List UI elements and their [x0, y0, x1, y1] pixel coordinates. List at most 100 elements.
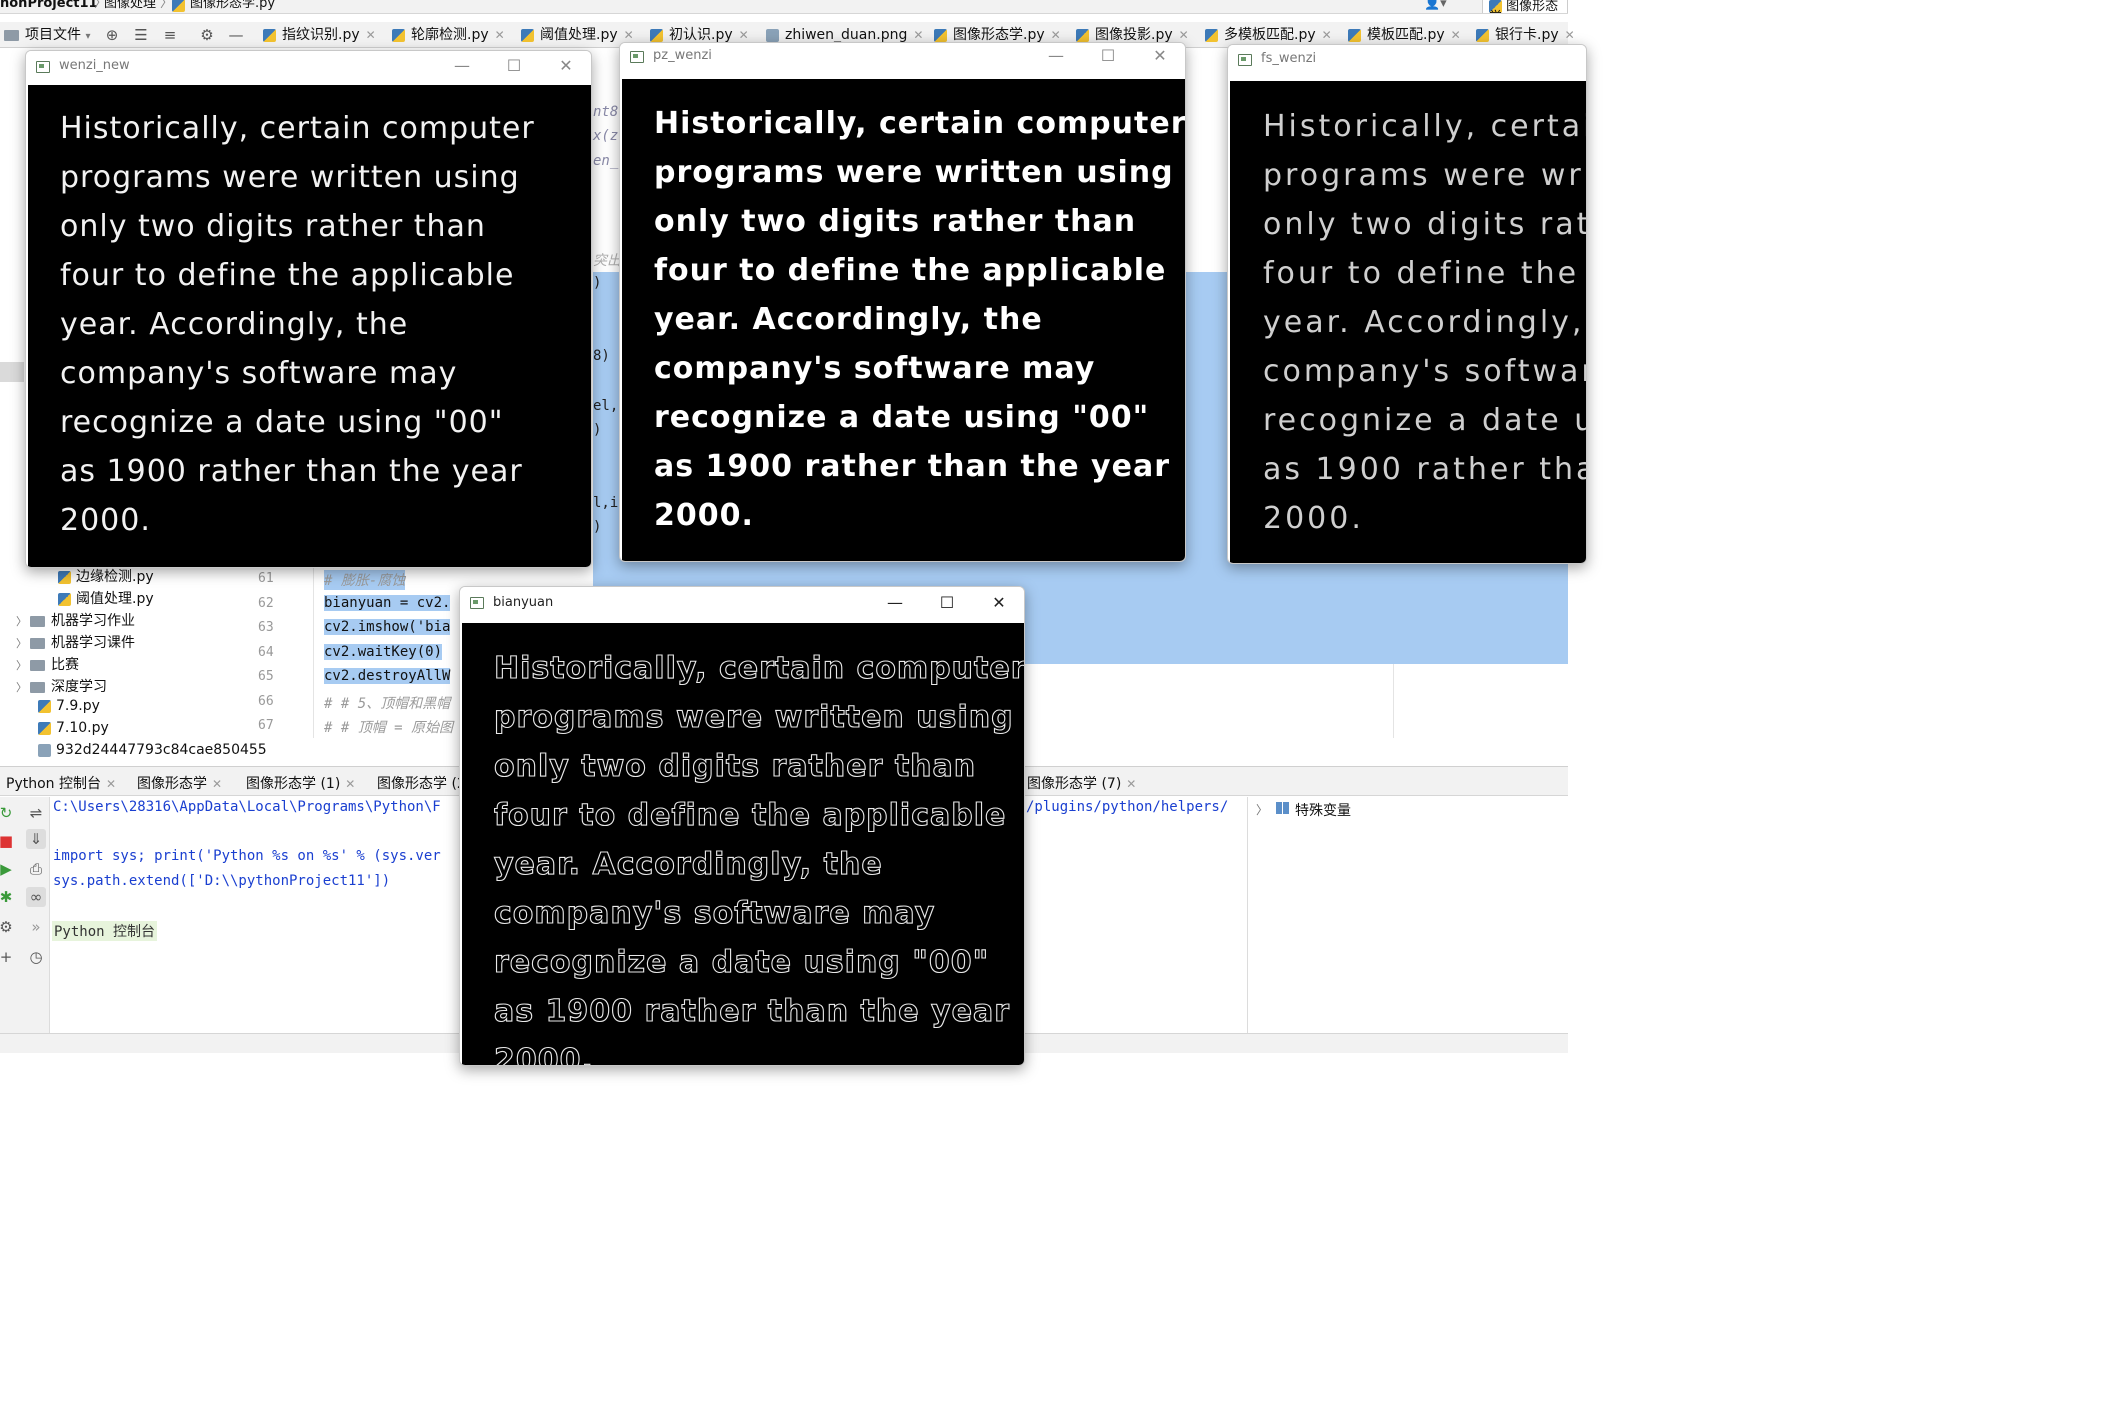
- window-fs-wenzi[interactable]: fs_wenzi Historically, certain computer p…: [1227, 44, 1587, 564]
- code-line[interactable]: # # 顶帽 = 原始图: [324, 717, 453, 737]
- run-config-selector[interactable]: 图像形态学.py: [1482, 0, 1568, 13]
- tree-item[interactable]: 〉 机器学习课件: [16, 632, 135, 652]
- minimize-button[interactable]: —: [1045, 45, 1067, 67]
- show-variables-icon[interactable]: ∞: [26, 887, 46, 907]
- run-icon[interactable]: ▶: [0, 859, 16, 879]
- close-tab-icon[interactable]: ✕: [1565, 28, 1575, 42]
- locate-icon[interactable]: ⊕: [102, 25, 122, 45]
- add-icon[interactable]: +: [0, 947, 16, 967]
- breadcrumb-folder[interactable]: 图像处理: [104, 0, 156, 10]
- tree-item[interactable]: 边缘检测.py: [58, 566, 154, 586]
- minimize-button[interactable]: —: [451, 55, 473, 77]
- close-tab-icon[interactable]: ✕: [345, 777, 355, 791]
- breadcrumb-file[interactable]: 图像形态学.py: [190, 0, 275, 10]
- maximize-button[interactable]: ☐: [936, 592, 958, 614]
- settings-icon[interactable]: ⚙: [0, 917, 16, 937]
- scroll-to-end-icon[interactable]: ⇓: [26, 829, 46, 849]
- maximize-button[interactable]: ☐: [1097, 45, 1119, 67]
- code-line[interactable]: cv2.destroyAllW: [324, 668, 451, 684]
- tool-tab[interactable]: 图像形态学 (2: [377, 773, 466, 793]
- console-prompt[interactable]: Python 控制台: [52, 921, 158, 941]
- tool-tab[interactable]: Python 控制台 ✕: [6, 773, 116, 793]
- file-tab[interactable]: 轮廓检测.py ✕: [392, 22, 505, 48]
- expand-chevron-icon[interactable]: 〉: [16, 613, 30, 629]
- close-tab-icon[interactable]: ✕: [1322, 28, 1332, 42]
- file-tab[interactable]: 阈值处理.py ✕: [521, 22, 634, 48]
- expand-all-icon[interactable]: ☰: [131, 25, 151, 45]
- image-text-line: 2000.: [654, 498, 754, 533]
- special-variables-label[interactable]: 特殊变量: [1295, 800, 1351, 820]
- window-titlebar[interactable]: pz_wenzi — ☐ ✕: [620, 43, 1185, 75]
- close-tab-icon[interactable]: ✕: [1451, 28, 1461, 42]
- image-text-line: Historically, certain computer: [493, 650, 1024, 686]
- print-icon[interactable]: ⎙: [26, 859, 46, 879]
- close-button[interactable]: ✕: [988, 592, 1010, 614]
- close-tab-icon[interactable]: ✕: [366, 28, 376, 42]
- code-line[interactable]: # 膨胀-腐蚀: [324, 570, 406, 590]
- tool-tab[interactable]: 图像形态学 (7) ✕: [1027, 773, 1136, 793]
- expand-chevron-icon[interactable]: 〉: [16, 657, 30, 673]
- window-titlebar[interactable]: wenzi_new — ☐ ✕: [26, 51, 591, 83]
- file-type-icon: [263, 28, 276, 42]
- close-tab-icon[interactable]: ✕: [1126, 777, 1136, 791]
- console-line-2: sys.path.extend(['D:\\pythonProject11']): [53, 873, 391, 889]
- project-panel-tab[interactable]: 项目文件 ▾: [4, 22, 90, 48]
- soft-wrap-icon[interactable]: ⇌: [26, 803, 46, 823]
- user-icon[interactable]: 👤▾: [1424, 0, 1447, 10]
- tool-tab[interactable]: 图像形态学 (1) ✕: [246, 773, 355, 793]
- expand-chevron-icon[interactable]: 〉: [16, 679, 30, 695]
- expand-chevron-icon[interactable]: 〉: [1256, 801, 1268, 818]
- rerun-icon[interactable]: ↻: [0, 803, 16, 823]
- close-tab-icon[interactable]: ✕: [106, 777, 116, 791]
- window-bianyuan[interactable]: bianyuan — ☐ ✕ Historically, certain com…: [459, 586, 1025, 1066]
- close-button[interactable]: ✕: [1149, 45, 1171, 67]
- hide-panel-icon[interactable]: —: [226, 25, 246, 45]
- tree-item[interactable]: 〉 深度学习: [16, 676, 107, 696]
- image-text-line: as 1900 rather than the year: [654, 449, 1170, 484]
- close-tab-icon[interactable]: ✕: [212, 777, 222, 791]
- minimize-button[interactable]: —: [884, 592, 906, 614]
- tree-item[interactable]: 〉 比赛: [16, 654, 79, 674]
- history-icon[interactable]: ◷: [26, 947, 46, 967]
- breadcrumb-project[interactable]: honProject11: [0, 0, 98, 10]
- tree-item[interactable]: 〉 机器学习作业: [16, 610, 135, 630]
- image-text-line: year. Accordingly, the: [1263, 305, 1586, 340]
- image-text-line: only two digits rather than: [493, 748, 977, 784]
- window-titlebar[interactable]: bianyuan — ☐ ✕: [460, 587, 1024, 619]
- close-tab-icon[interactable]: ✕: [495, 28, 505, 42]
- collapse-all-icon[interactable]: ≡: [160, 25, 180, 45]
- window-title: pz_wenzi: [653, 48, 712, 63]
- tree-item[interactable]: 932d24447793c84cae850455: [38, 742, 267, 758]
- tree-item-label: 边缘检测.py: [76, 569, 154, 585]
- close-tab-icon[interactable]: ✕: [739, 28, 749, 42]
- tool-tab[interactable]: 图像形态学 ✕: [137, 773, 222, 793]
- image-text-line: four to define the applicable: [493, 797, 1007, 833]
- stop-icon[interactable]: ■: [0, 831, 16, 851]
- expand-chevron-icon[interactable]: 〉: [16, 635, 30, 651]
- code-line[interactable]: # # 5、顶帽和黑帽: [324, 693, 450, 713]
- file-type-icon: [1205, 28, 1218, 42]
- window-wenzi-new[interactable]: wenzi_new — ☐ ✕ Historically, certain co…: [25, 50, 592, 568]
- close-tab-icon[interactable]: ✕: [1051, 28, 1061, 42]
- image-window-icon: [470, 597, 484, 609]
- code-line[interactable]: bianyuan = cv2.: [324, 594, 451, 611]
- code-fragment: el,: [593, 398, 619, 414]
- file-tab[interactable]: 指纹识别.py ✕: [263, 22, 376, 48]
- close-tab-icon[interactable]: ✕: [913, 28, 923, 42]
- tree-item[interactable]: 7.10.py: [38, 720, 109, 736]
- file-tab-label: 阈值处理.py: [540, 27, 618, 43]
- window-pz-wenzi[interactable]: pz_wenzi — ☐ ✕ Historically, certain com…: [619, 42, 1186, 562]
- close-button[interactable]: ✕: [555, 55, 577, 77]
- code-line[interactable]: cv2.waitKey(0): [324, 643, 443, 660]
- window-titlebar[interactable]: fs_wenzi: [1228, 45, 1586, 77]
- code-line[interactable]: cv2.imshow('bia: [324, 619, 451, 635]
- execute-icon[interactable]: »: [26, 917, 46, 937]
- debug-icon[interactable]: ✱: [0, 887, 16, 907]
- close-tab-icon[interactable]: ✕: [1179, 28, 1189, 42]
- close-tab-icon[interactable]: ✕: [624, 28, 634, 42]
- file-tab-label: 多模板匹配.py: [1224, 27, 1316, 43]
- tree-item[interactable]: 阈值处理.py: [58, 588, 154, 608]
- gear-icon[interactable]: ⚙: [197, 25, 217, 45]
- tree-item[interactable]: 7.9.py: [38, 698, 100, 714]
- maximize-button[interactable]: ☐: [503, 55, 525, 77]
